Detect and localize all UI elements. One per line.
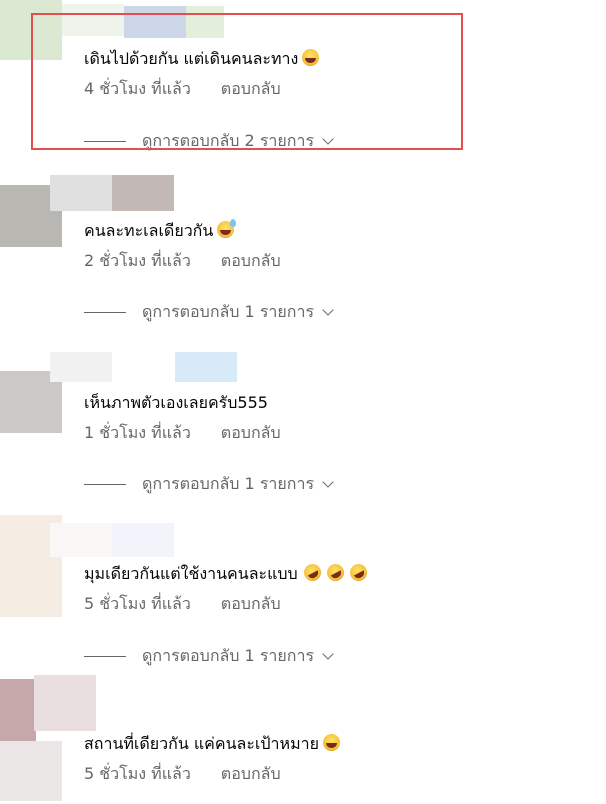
- comment-meta: 1 ชั่วโมง ที่แล้ว ตอบกลับ: [84, 423, 281, 443]
- rolling-on-floor-laughing-icon: [323, 561, 347, 584]
- author-name-blurred: [186, 6, 224, 38]
- reply-thread-line: [84, 655, 126, 657]
- grinning-squinting-face-icon: [322, 734, 340, 751]
- comment-timestamp: 4 ชั่วโมง ที่แล้ว: [84, 79, 191, 98]
- view-replies-button[interactable]: ดูการตอบกลับ 2 รายการ: [84, 130, 334, 151]
- reply-thread-line: [84, 140, 126, 142]
- author-name-blurred: [50, 175, 112, 211]
- author-name-blurred: [175, 352, 237, 382]
- avatar-blurred: [0, 679, 36, 741]
- comment-item-4: มุมเดียวกันแต่ใช้งานคนละแบบ 5 ชั่วโมง ที…: [0, 515, 606, 675]
- reply-button[interactable]: ตอบกลับ: [221, 251, 281, 270]
- comment-meta: 5 ชั่วโมง ที่แล้ว ตอบกลับ: [84, 594, 281, 614]
- comment-meta: 2 ชั่วโมง ที่แล้ว ตอบกลับ: [84, 251, 281, 271]
- grinning-sweat-face-icon: [217, 219, 237, 238]
- comment-item-1: เดินไปด้วยกัน แต่เดินคนละทาง 4 ชั่วโมง ท…: [0, 0, 606, 170]
- chevron-down-icon: [322, 132, 334, 145]
- comment-meta: 5 ชั่วโมง ที่แล้ว ตอบกลับ: [84, 764, 281, 784]
- avatar-blurred: [0, 0, 62, 60]
- comment-text: มุมเดียวกันแต่ใช้งานคนละแบบ: [84, 561, 370, 584]
- comment-timestamp: 5 ชั่วโมง ที่แล้ว: [84, 764, 191, 783]
- view-replies-label: ดูการตอบกลับ 1 รายการ: [142, 301, 315, 321]
- chevron-down-icon: [322, 647, 334, 660]
- reply-thread-line: [84, 311, 126, 313]
- comment-text: สถานที่เดียวกัน แค่คนละเป้าหมาย: [84, 734, 340, 754]
- view-replies-label: ดูการตอบกลับ 2 รายการ: [142, 130, 315, 150]
- comment-timestamp: 1 ชั่วโมง ที่แล้ว: [84, 423, 191, 442]
- author-name-blurred: [112, 523, 174, 557]
- reply-button[interactable]: ตอบกลับ: [221, 594, 281, 613]
- view-replies-button[interactable]: ดูการตอบกลับ 1 รายการ: [84, 473, 334, 494]
- comment-timestamp: 5 ชั่วโมง ที่แล้ว: [84, 594, 191, 613]
- comment-item-3: เห็นภาพตัวเองเลยครับ555 1 ชั่วโมง ที่แล้…: [0, 345, 606, 515]
- author-name-blurred: [124, 6, 186, 38]
- author-name-blurred: [50, 523, 112, 557]
- grinning-squinting-face-icon: [302, 49, 320, 66]
- reply-thread-line: [84, 483, 126, 485]
- view-replies-label: ดูการตอบกลับ 1 รายการ: [142, 645, 315, 665]
- author-name-blurred: [112, 175, 174, 211]
- chevron-down-icon: [322, 303, 334, 316]
- view-replies-button[interactable]: ดูการตอบกลับ 1 รายการ: [84, 301, 334, 322]
- author-name-blurred: [34, 675, 96, 731]
- comment-item-5: สถานที่เดียวกัน แค่คนละเป้าหมาย 5 ชั่วโม…: [0, 675, 606, 804]
- comment-text: เห็นภาพตัวเองเลยครับ555: [84, 393, 268, 412]
- view-replies-button[interactable]: ดูการตอบกลับ 1 รายการ: [84, 645, 334, 666]
- reply-button[interactable]: ตอบกลับ: [221, 764, 281, 783]
- comment-timestamp: 2 ชั่วโมง ที่แล้ว: [84, 251, 191, 270]
- comment-item-2: คนละทะเลเดียวกัน 2 ชั่วโมง ที่แล้ว ตอบกลั…: [0, 170, 606, 345]
- avatar-blurred: [0, 741, 62, 801]
- rolling-on-floor-laughing-icon: [300, 561, 324, 584]
- comment-text: คนละทะเลเดียวกัน: [84, 219, 237, 241]
- rolling-on-floor-laughing-icon: [346, 561, 370, 584]
- author-name-blurred: [50, 352, 112, 382]
- comment-meta: 4 ชั่วโมง ที่แล้ว ตอบกลับ: [84, 79, 281, 99]
- reply-button[interactable]: ตอบกลับ: [221, 79, 281, 98]
- view-replies-label: ดูการตอบกลับ 1 รายการ: [142, 473, 315, 493]
- chevron-down-icon: [322, 475, 334, 488]
- author-name-blurred: [62, 4, 124, 36]
- reply-button[interactable]: ตอบกลับ: [221, 423, 281, 442]
- comment-text: เดินไปด้วยกัน แต่เดินคนละทาง: [84, 49, 320, 69]
